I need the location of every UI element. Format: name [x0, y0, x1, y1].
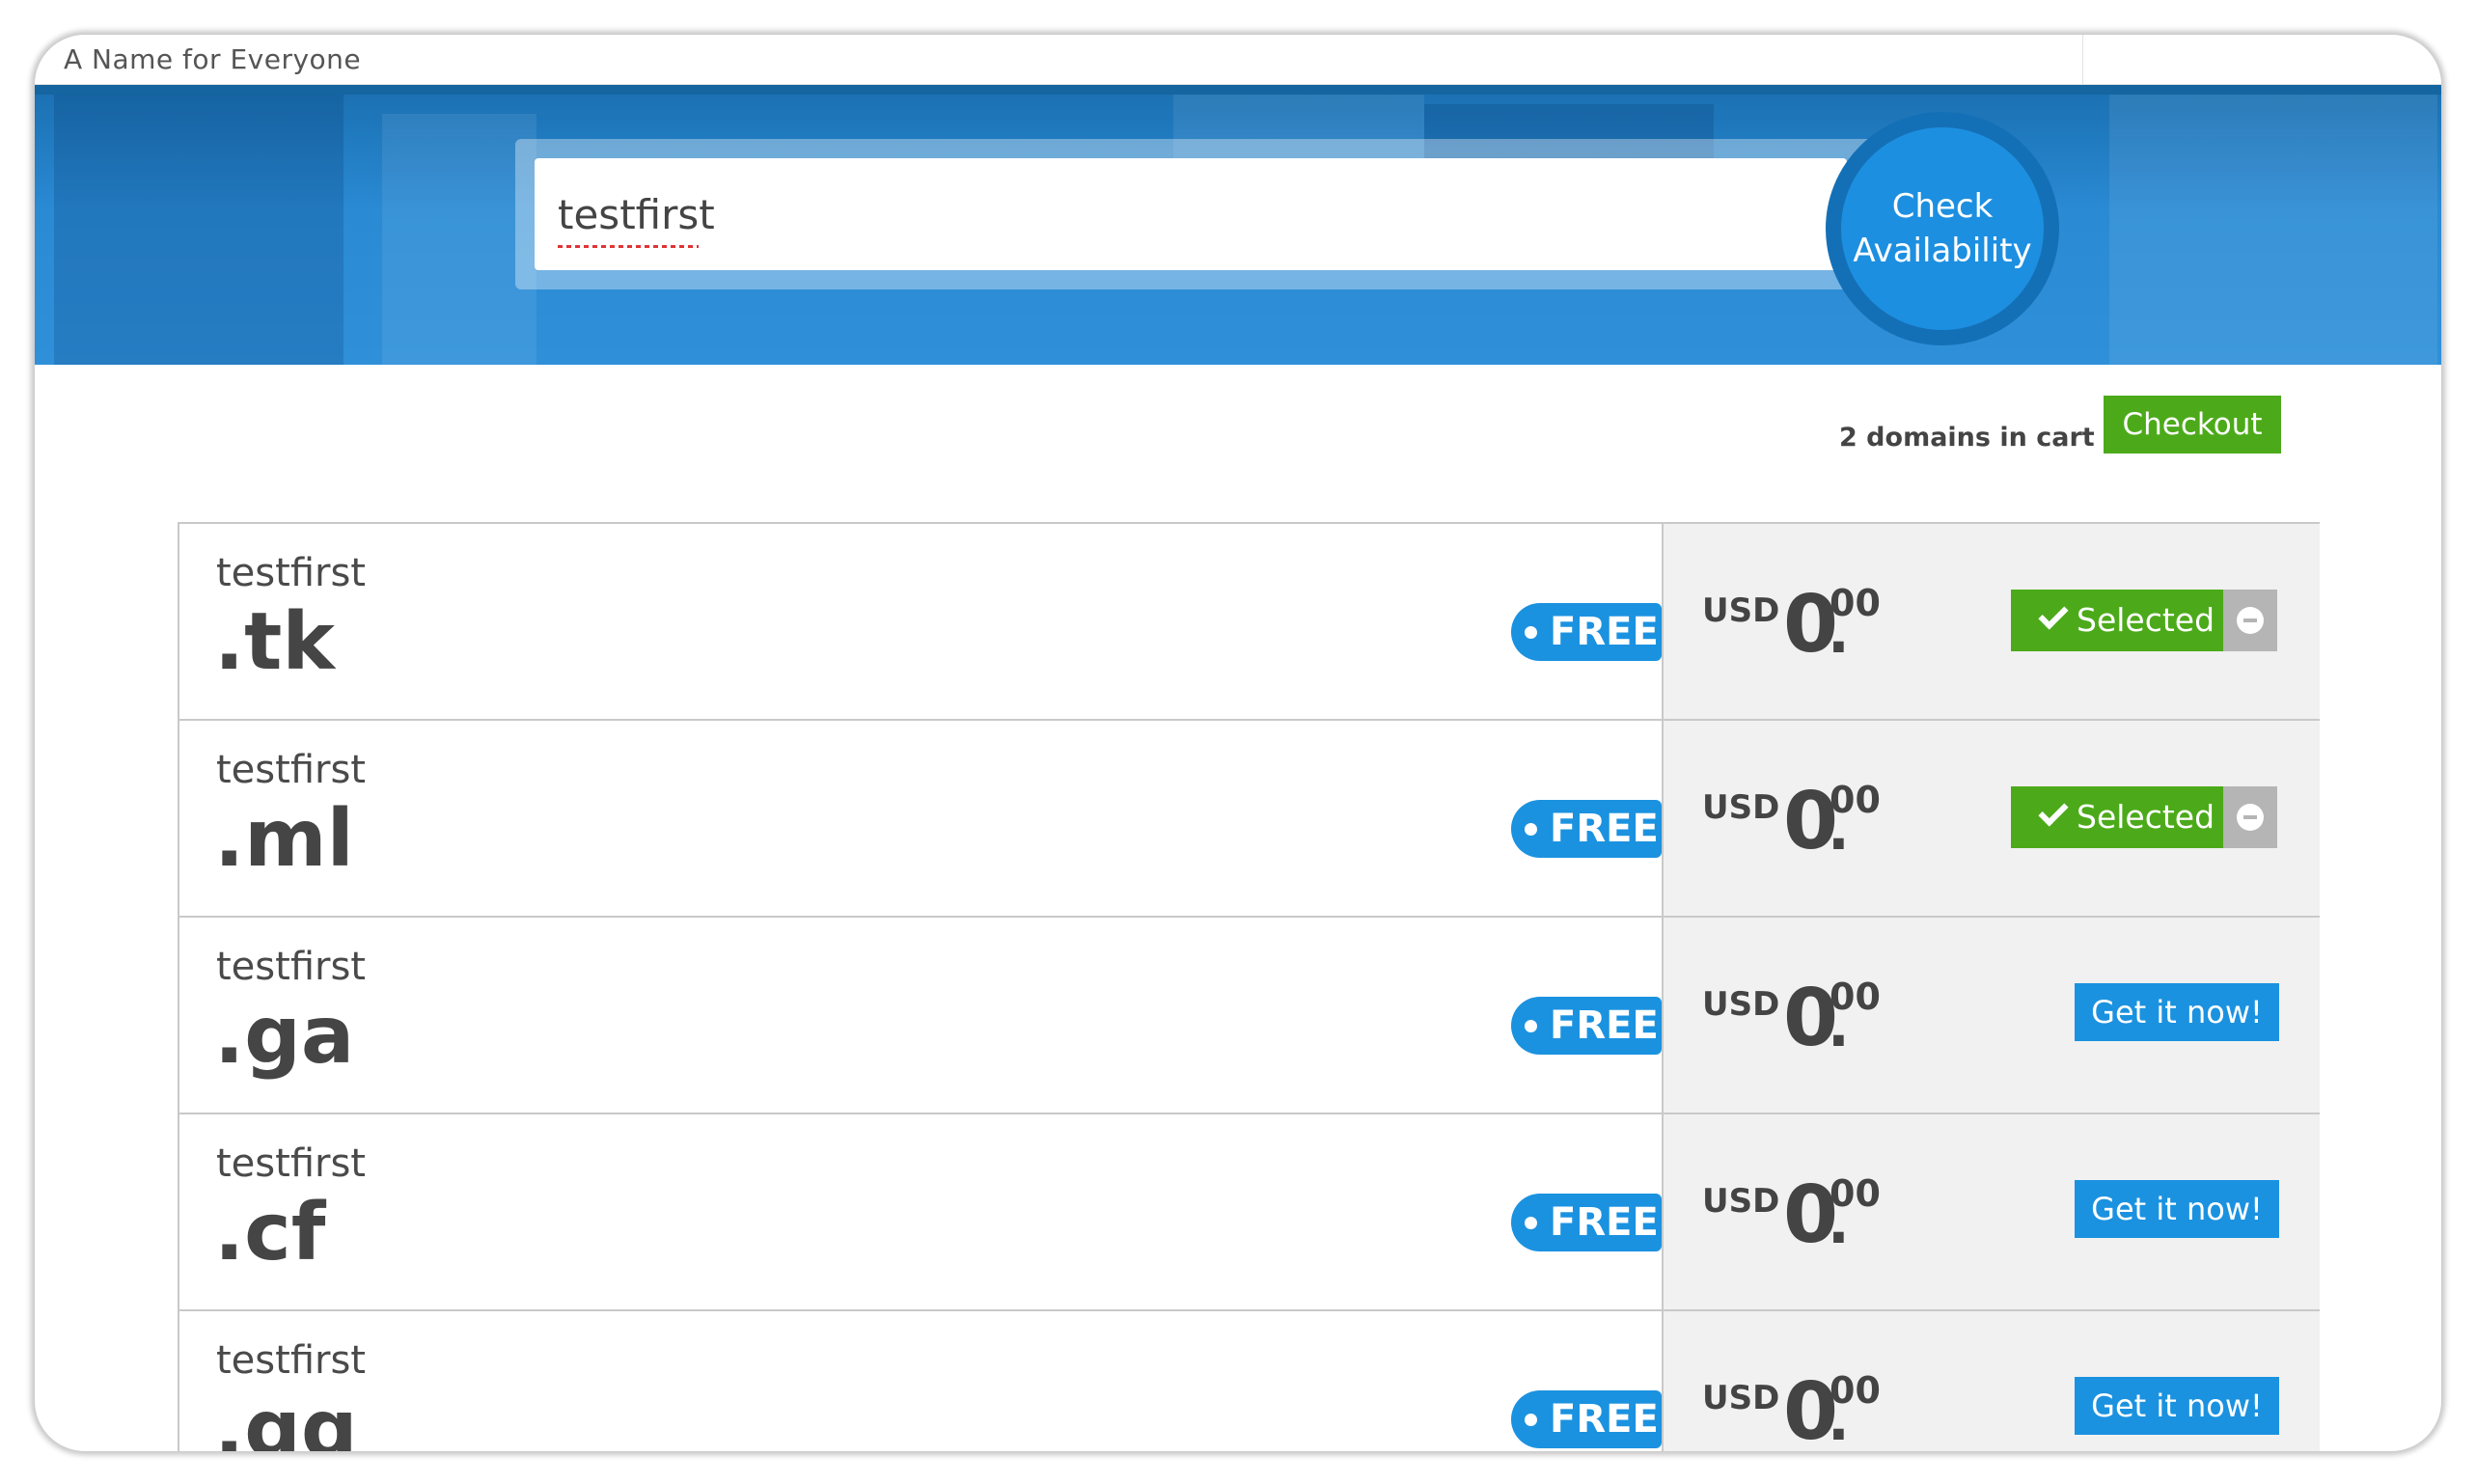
price-currency: USD: [1702, 788, 1780, 827]
free-tag-label: FREE: [1550, 1397, 1659, 1442]
price-currency: USD: [1702, 1379, 1780, 1417]
selected-button[interactable]: Selected: [2011, 590, 2223, 651]
domain-name: testfirst: [216, 945, 366, 989]
get-it-now-button[interactable]: Get it now!: [2075, 1377, 2279, 1435]
free-tag: FREE: [1511, 1194, 1662, 1251]
domain-tld: .gq: [214, 1384, 358, 1452]
check-icon: [2038, 599, 2069, 630]
domain-info-cell: testfirst .ga FREE: [179, 918, 1664, 1113]
top-bar: A Name for Everyone: [35, 35, 2441, 85]
minus-circle-icon: [2237, 607, 2264, 634]
domain-row: testfirst .cf FREE USD 0 . 00 Get it now…: [178, 1114, 2320, 1311]
domain-row: testfirst .gq FREE USD 0 . 00 Get it now…: [178, 1311, 2320, 1451]
price-currency: USD: [1702, 1182, 1780, 1221]
free-tag-label: FREE: [1550, 610, 1659, 654]
top-bar-divider: [2082, 35, 2083, 85]
hero-background-building: [54, 95, 344, 365]
hero-background-facade: [382, 114, 536, 365]
tag-dot-icon: [1525, 626, 1537, 639]
selected-button-label: Selected: [2077, 601, 2215, 639]
site-tagline: A Name for Everyone: [64, 43, 362, 75]
domain-name: testfirst: [216, 1141, 366, 1186]
domain-info-cell: testfirst .gq FREE: [179, 1311, 1664, 1451]
price-cell: USD 0 . 00 Get it now!: [1664, 1114, 2320, 1309]
get-it-now-button[interactable]: Get it now!: [2075, 983, 2279, 1041]
price-cell: USD 0 . 00 Get it now!: [1664, 1311, 2320, 1451]
price-decimal: 00: [1829, 1369, 1881, 1412]
domain-name: testfirst: [216, 551, 366, 595]
domain-tld: .tk: [214, 596, 335, 688]
price-cell: USD 0 . 00 Selected: [1664, 721, 2320, 916]
free-tag-label: FREE: [1550, 807, 1659, 851]
get-it-now-button[interactable]: Get it now!: [2075, 1180, 2279, 1238]
domain-search-input[interactable]: [535, 158, 1847, 270]
domain-row: testfirst .tk FREE USD 0 . 00 Selected: [178, 524, 2320, 721]
price-decimal: 00: [1829, 976, 1881, 1018]
hero-top-strip: [35, 85, 2441, 95]
free-tag-label: FREE: [1550, 1003, 1659, 1048]
domain-info-cell: testfirst .ml FREE: [179, 721, 1664, 916]
free-tag: FREE: [1511, 1390, 1662, 1448]
price-currency: USD: [1702, 591, 1780, 630]
spellcheck-underline: [558, 245, 699, 248]
cart-count: 2 domains in cart: [1839, 423, 2095, 453]
domain-name: testfirst: [216, 1338, 366, 1383]
domain-tld: .cf: [214, 1187, 326, 1278]
selected-button[interactable]: Selected: [2011, 786, 2223, 848]
selected-button-label: Selected: [2077, 798, 2215, 836]
remove-button[interactable]: [2223, 590, 2277, 651]
free-tag: FREE: [1511, 800, 1662, 858]
check-availability-button[interactable]: Check Availability: [1826, 112, 2059, 345]
price-decimal: 00: [1829, 582, 1881, 624]
checkout-button[interactable]: Checkout: [2104, 396, 2281, 453]
price-cell: USD 0 . 00 Get it now!: [1664, 918, 2320, 1113]
price-decimal: 00: [1829, 779, 1881, 821]
remove-button[interactable]: [2223, 786, 2277, 848]
price-cell: USD 0 . 00 Selected: [1664, 524, 2320, 719]
browser-window: A Name for Everyone 2 domains in cart Ch…: [35, 35, 2441, 1451]
free-tag: FREE: [1511, 603, 1662, 661]
domain-tld: .ml: [214, 793, 354, 885]
tag-dot-icon: [1525, 1217, 1537, 1229]
price-decimal: 00: [1829, 1172, 1881, 1215]
free-tag-label: FREE: [1550, 1200, 1659, 1245]
tag-dot-icon: [1525, 823, 1537, 836]
tag-dot-icon: [1525, 1020, 1537, 1032]
domain-name: testfirst: [216, 748, 366, 792]
domain-tld: .ga: [214, 990, 355, 1082]
check-icon: [2038, 796, 2069, 827]
results-list: testfirst .tk FREE USD 0 . 00 Selected t…: [178, 522, 2320, 1451]
domain-row: testfirst .ga FREE USD 0 . 00 Get it now…: [178, 918, 2320, 1114]
domain-row: testfirst .ml FREE USD 0 . 00 Selected: [178, 721, 2320, 918]
tag-dot-icon: [1525, 1414, 1537, 1426]
price-currency: USD: [1702, 985, 1780, 1024]
free-tag: FREE: [1511, 997, 1662, 1055]
domain-info-cell: testfirst .tk FREE: [179, 524, 1664, 719]
domain-info-cell: testfirst .cf FREE: [179, 1114, 1664, 1309]
hero-background-tree: [2109, 95, 2437, 365]
minus-circle-icon: [2237, 804, 2264, 831]
